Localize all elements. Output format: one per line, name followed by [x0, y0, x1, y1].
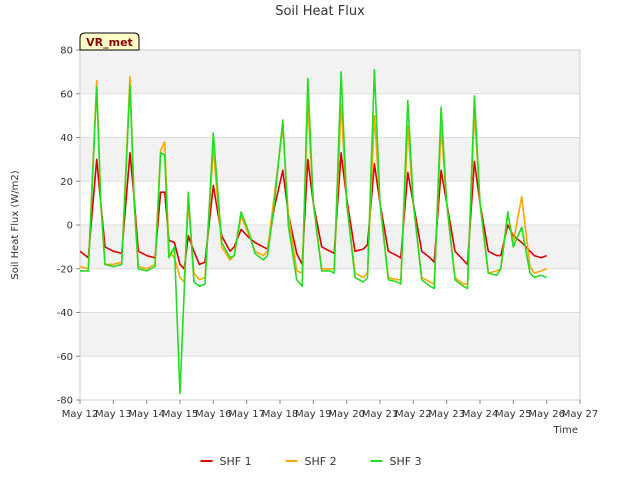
x-tick-label: May 12 [62, 409, 99, 420]
x-tick-label: May 13 [95, 409, 132, 420]
y-tick-label: 20 [60, 177, 73, 188]
x-tick-label: May 15 [162, 409, 199, 420]
x-tick-label: May 17 [228, 409, 265, 420]
legend: SHF 1 SHF 2 SHF 3 [200, 455, 422, 468]
x-axis: May 12May 13May 14May 15May 16May 17May … [62, 400, 599, 420]
plot-band [80, 50, 580, 94]
x-tick-label: May 21 [362, 409, 399, 420]
y-tick-label: -80 [57, 396, 73, 407]
x-axis-title: Time [553, 425, 578, 436]
x-tick-label: May 19 [295, 409, 332, 420]
x-tick-label: May 22 [395, 409, 432, 420]
plot-band [80, 93, 580, 138]
legend-label-shf-3: SHF 3 [390, 455, 422, 468]
plot-band [80, 312, 580, 357]
plot-band [80, 181, 580, 225]
x-tick-label: May 16 [195, 409, 232, 420]
y-tick-label: 0 [67, 221, 73, 232]
y-tick-label: 60 [60, 89, 73, 100]
x-tick-label: May 25 [495, 409, 532, 420]
station-badge: VR_met [79, 32, 140, 51]
plot-band [80, 356, 580, 400]
x-tick-label: May 23 [428, 409, 465, 420]
y-axis: -80 -60 -40 -20 0 20 40 60 80 [57, 46, 80, 407]
x-tick-label: May 24 [462, 409, 499, 420]
soil-heat-flux-chart: Soil Heat Flux -80 -60 -40 -20 0 20 40 60 80 May… [10, 4, 599, 468]
x-tick-label: May 18 [262, 409, 299, 420]
x-tick-label: May 27 [562, 409, 599, 420]
y-tick-label: -20 [57, 264, 73, 275]
y-tick-label: -40 [57, 308, 73, 319]
station-badge-label: VR_met [86, 36, 133, 49]
chart-title: Soil Heat Flux [275, 4, 365, 19]
plot-band [80, 268, 580, 313]
y-axis-title: Soil Heat Flux (W/m2) [10, 170, 21, 279]
y-tick-label: -60 [57, 352, 73, 363]
legend-label-shf-2: SHF 2 [305, 455, 337, 468]
y-tick-label: 40 [60, 133, 73, 144]
plot-band [80, 137, 580, 182]
x-tick-label: May 26 [528, 409, 565, 420]
y-tick-label: 80 [60, 46, 73, 57]
x-tick-label: May 20 [328, 409, 365, 420]
x-tick-label: May 14 [128, 409, 165, 420]
legend-label-shf-1: SHF 1 [220, 455, 252, 468]
